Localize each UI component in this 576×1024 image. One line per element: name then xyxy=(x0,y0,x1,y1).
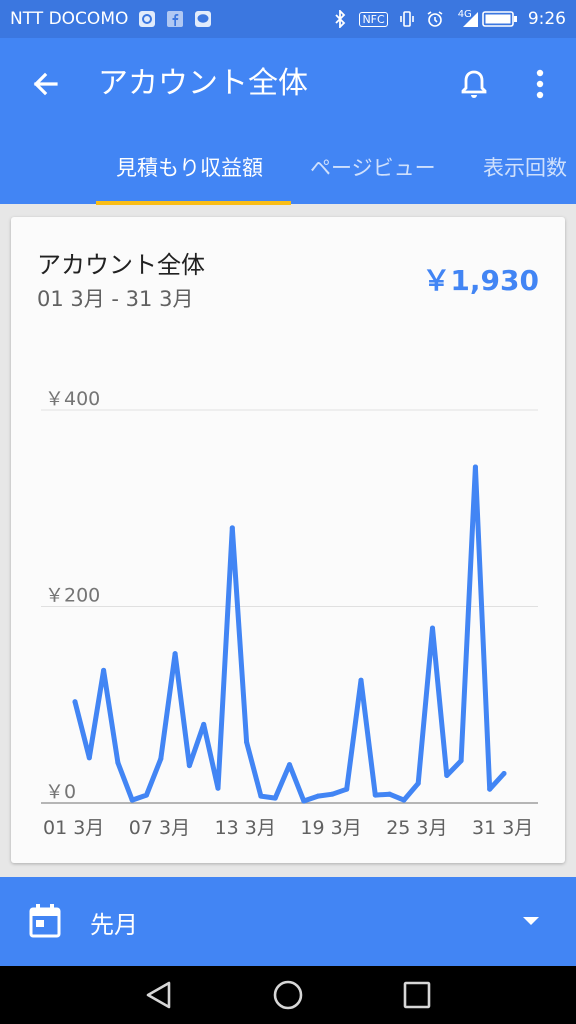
app-notification-icon xyxy=(138,10,156,28)
x-tick-label: 07 3月 xyxy=(129,817,190,839)
data-point xyxy=(358,677,364,683)
line-icon xyxy=(194,10,212,28)
battery-icon xyxy=(482,10,518,28)
nfc-indicator: NFC xyxy=(359,11,388,27)
data-point xyxy=(229,525,235,531)
data-point xyxy=(158,756,164,762)
facebook-icon xyxy=(166,10,184,28)
period-selector[interactable]: 先月 xyxy=(0,877,576,966)
tab-indicator xyxy=(96,201,291,205)
period-label: 先月 xyxy=(90,911,138,939)
data-point xyxy=(387,791,393,797)
date-range: 01 3月 - 31 3月 xyxy=(37,287,194,311)
dropdown-arrow-icon[interactable] xyxy=(520,913,542,929)
app-bar-top: アカウント全体 xyxy=(0,38,576,130)
data-point xyxy=(72,699,78,705)
y-tick-label: ￥0 xyxy=(45,781,76,803)
data-point xyxy=(430,625,435,631)
x-tick-label: 01 3月 xyxy=(43,817,104,839)
data-point xyxy=(501,771,507,777)
data-point xyxy=(372,792,378,798)
back-arrow-icon[interactable] xyxy=(26,64,66,104)
clock: 9:26 xyxy=(527,9,566,29)
nav-recents-icon[interactable] xyxy=(400,978,434,1012)
data-point xyxy=(415,780,421,786)
data-point xyxy=(301,798,307,804)
tab-estimated-earnings[interactable]: 見積もり収益額 xyxy=(116,130,263,204)
total-earnings: ￥1,930 xyxy=(422,264,539,297)
nav-home-icon[interactable] xyxy=(271,978,305,1012)
data-point xyxy=(244,739,250,745)
app-bar: アカウント全体 見積もり収益額 ページビュー 表示回数 xyxy=(0,38,576,205)
x-tick-label: 13 3月 xyxy=(215,817,276,839)
data-point xyxy=(201,721,207,727)
x-tick-label: 19 3月 xyxy=(300,817,361,839)
system-nav-bar xyxy=(0,966,576,1024)
calendar-icon xyxy=(28,903,62,939)
data-point xyxy=(86,755,92,761)
data-point xyxy=(129,797,135,803)
data-point xyxy=(487,786,493,792)
data-point xyxy=(115,760,121,766)
earnings-line-chart: ￥0 ￥200 ￥400 01 3月 07 3月 13 3月 19 3月 25 3月 31 3月 xyxy=(41,388,538,839)
y-tick-label: ￥200 xyxy=(45,585,100,607)
data-point xyxy=(315,793,321,799)
data-point xyxy=(258,793,264,799)
data-point xyxy=(215,785,221,791)
data-point xyxy=(329,791,335,797)
data-point xyxy=(101,667,107,673)
card-title: アカウント全体 xyxy=(37,251,205,279)
tab-page-views[interactable]: ページビュー xyxy=(310,130,436,204)
x-tick-label: 31 3月 xyxy=(472,817,533,839)
tab-impressions[interactable]: 表示回数 xyxy=(483,130,567,204)
page-title: アカウント全体 xyxy=(98,66,308,101)
tab-bar: 見積もり収益額 ページビュー 表示回数 xyxy=(0,130,576,204)
data-point xyxy=(186,763,192,769)
status-bar: NTT DOCOMO NFC 4G 9:26 xyxy=(0,0,576,38)
y-tick-label: ￥400 xyxy=(45,388,100,410)
data-point xyxy=(472,464,478,470)
carrier-name: NTT DOCOMO xyxy=(10,9,129,29)
series-line xyxy=(72,464,507,804)
vibrate-icon xyxy=(398,10,416,28)
alarm-icon xyxy=(426,10,444,28)
data-point xyxy=(172,651,178,657)
data-point xyxy=(344,786,350,792)
more-vert-icon[interactable] xyxy=(524,66,556,102)
earnings-card: アカウント全体 01 3月 - 31 3月 ￥1,930 ￥0 ￥200 ￥400 0… xyxy=(11,217,565,863)
nav-back-icon[interactable] xyxy=(142,978,176,1012)
status-right: NFC 4G 9:26 xyxy=(331,9,566,29)
data-point xyxy=(144,792,149,798)
data-point xyxy=(272,795,278,801)
data-point xyxy=(458,758,464,764)
data-point xyxy=(444,772,450,778)
notification-bell-icon[interactable] xyxy=(456,66,492,102)
network-type: 4G xyxy=(457,8,472,20)
bluetooth-icon xyxy=(331,10,349,28)
data-point xyxy=(287,762,292,768)
status-left: NTT DOCOMO xyxy=(10,9,212,29)
data-point xyxy=(401,797,407,803)
x-tick-label: 25 3月 xyxy=(386,817,447,839)
